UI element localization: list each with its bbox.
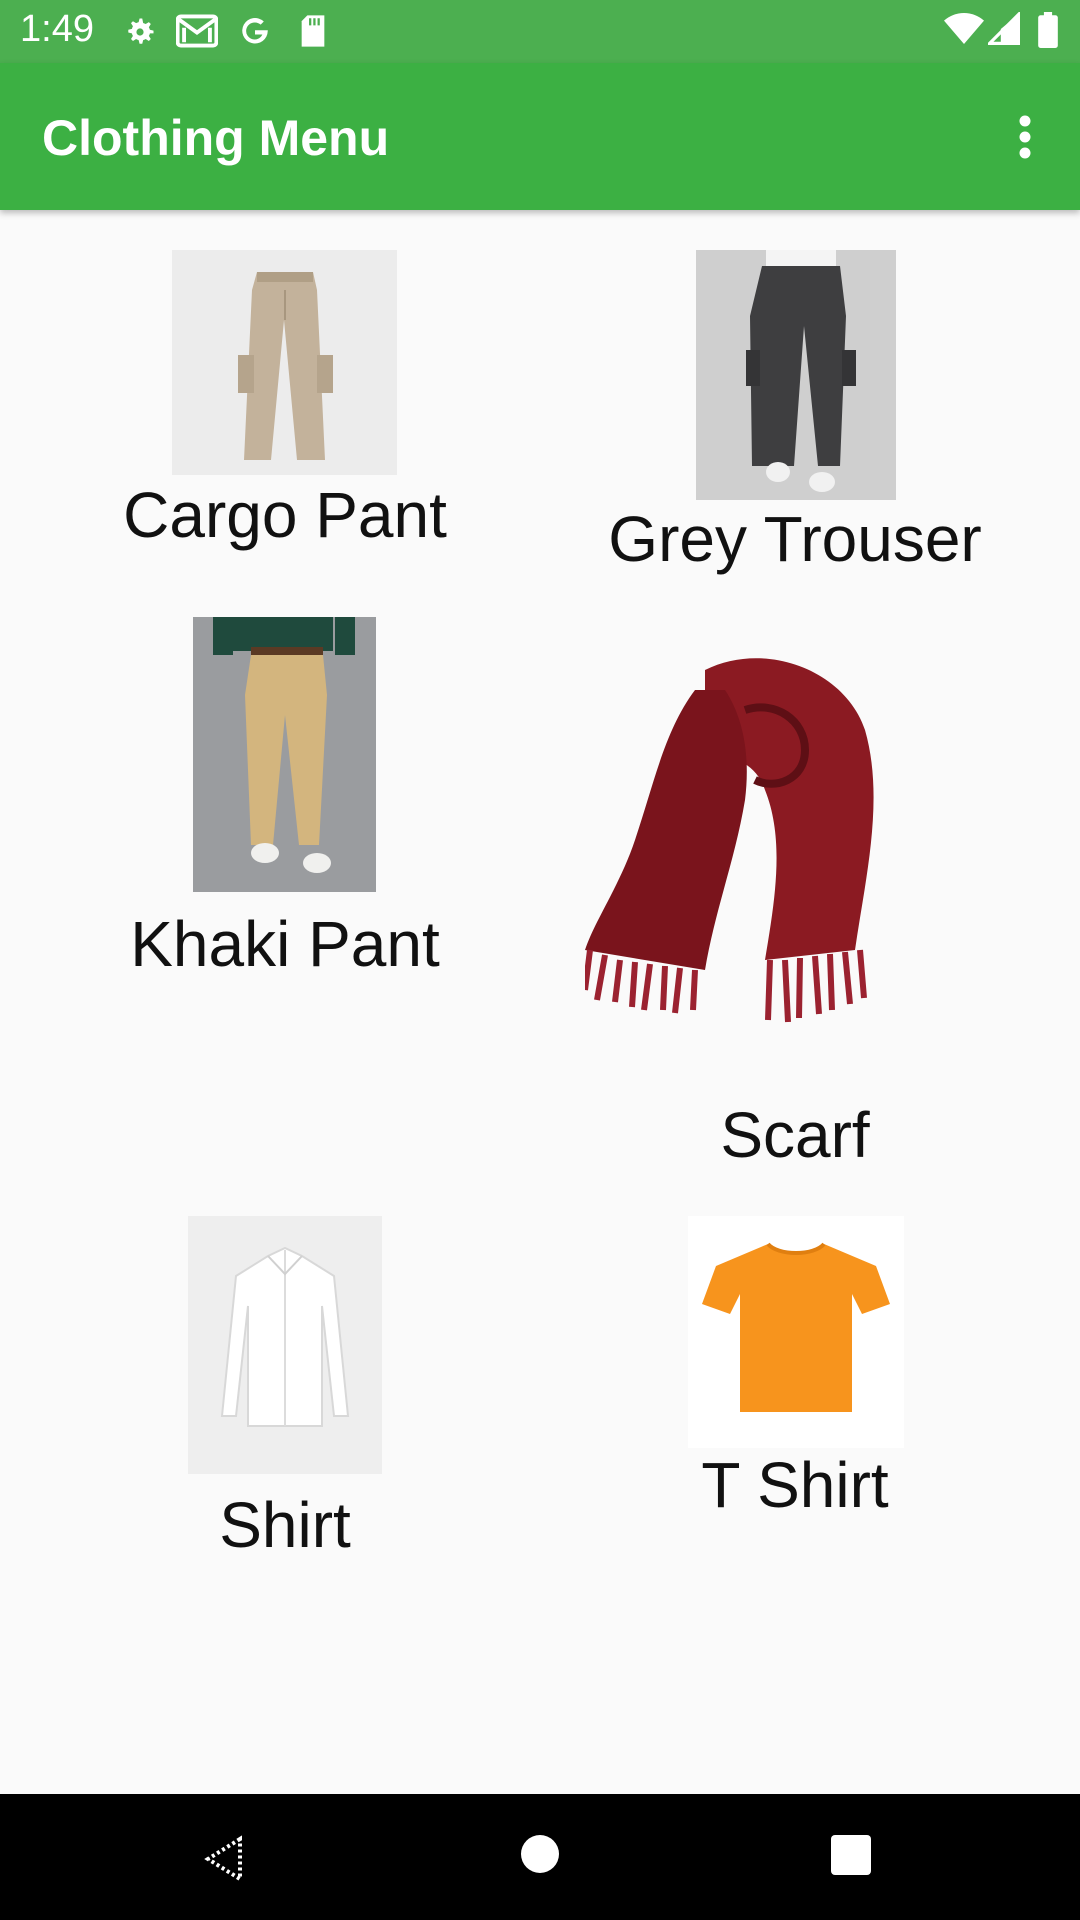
clothing-item-khaki-pant[interactable]: Khaki Pant	[60, 617, 510, 997]
home-icon	[521, 1835, 559, 1873]
clothing-item-t-shirt[interactable]: T Shirt	[570, 1216, 1020, 1556]
t-shirt-image	[688, 1216, 904, 1448]
navigation-bar	[0, 1794, 1080, 1920]
scarf-image	[585, 650, 945, 1070]
cargo-pant-image	[172, 250, 397, 475]
back-button[interactable]	[200, 1834, 250, 1884]
back-icon	[204, 1835, 242, 1883]
item-label: Cargo Pant	[123, 479, 447, 551]
item-label: Khaki Pant	[130, 908, 440, 980]
clothing-item-grey-trouser[interactable]: Grey Trouser	[570, 250, 1020, 620]
gmail-icon	[175, 14, 219, 53]
status-time: 1:49	[20, 8, 94, 50]
battery-icon	[1038, 12, 1058, 53]
home-button[interactable]	[520, 1834, 560, 1874]
clothing-item-cargo-pant[interactable]: Cargo Pant	[60, 250, 510, 580]
app-title: Clothing Menu	[42, 110, 390, 166]
recents-button[interactable]	[830, 1834, 872, 1876]
signal-icon	[985, 10, 1020, 51]
settings-icon	[122, 14, 158, 55]
recents-icon	[831, 1835, 871, 1875]
item-label: Shirt	[219, 1489, 351, 1561]
status-bar: 1:49	[0, 0, 1080, 63]
clothing-item-shirt[interactable]: Shirt	[60, 1216, 510, 1586]
item-label: Scarf	[720, 1099, 870, 1171]
clothing-item-scarf[interactable]: Scarf	[570, 650, 1020, 1200]
app-bar: Clothing Menu	[0, 63, 1080, 210]
overflow-menu-button[interactable]	[990, 101, 1060, 173]
wifi-icon	[944, 12, 984, 51]
more-vert-icon	[1019, 115, 1031, 159]
shirt-image	[188, 1216, 382, 1474]
khaki-pant-image	[193, 617, 376, 892]
item-label: Grey Trouser	[608, 503, 982, 575]
item-label: T Shirt	[701, 1449, 889, 1521]
google-icon	[238, 14, 272, 53]
sd-card-icon	[298, 14, 328, 53]
grey-trouser-image	[696, 250, 896, 500]
clothing-grid: Cargo Pant Grey Trouser Khaki Pant Scarf…	[0, 210, 1080, 1794]
